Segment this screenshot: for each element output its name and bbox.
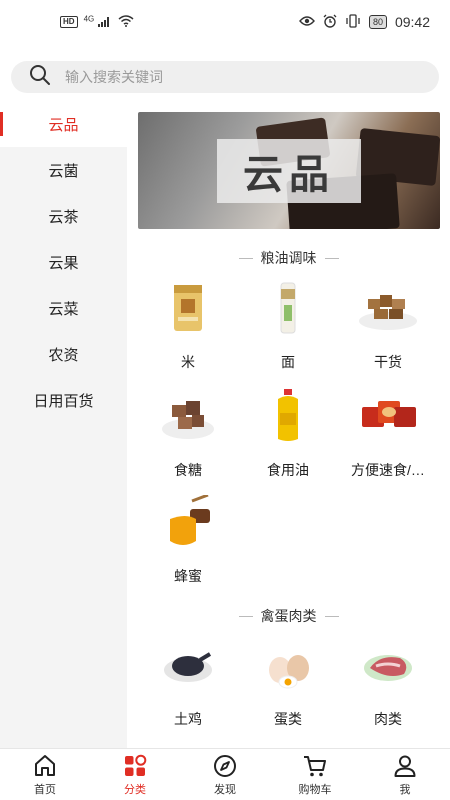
grid-item-label: 食糖: [174, 462, 202, 478]
search-icon[interactable]: [29, 64, 51, 91]
noodles-pack-icon: [280, 282, 296, 334]
sidebar-item-yuncha[interactable]: 云茶: [0, 193, 127, 239]
tab-label: 我: [399, 783, 411, 796]
wifi-icon: [118, 14, 134, 30]
sugar-icon: [162, 401, 214, 439]
grid-item-label: 方便速食/…: [351, 462, 425, 478]
hd-badge: HD: [60, 16, 78, 28]
grid-item-label: 蛋类: [274, 711, 302, 727]
search-bar[interactable]: [11, 61, 439, 93]
grid-item-dried-goods[interactable]: 干货: [338, 281, 438, 372]
rice-bag-icon: [174, 285, 202, 331]
user-icon: [394, 755, 416, 777]
grid-item-instant-food[interactable]: 方便速食/…: [338, 389, 438, 480]
grid-item-label: 干货: [374, 354, 402, 370]
grid-item-chicken[interactable]: 土鸡: [138, 638, 238, 729]
divider: [238, 257, 253, 259]
sidebar-item-label: 日用百货: [33, 392, 94, 410]
tab-home[interactable]: 首页: [0, 749, 90, 800]
status-left: HD 4G: [60, 14, 134, 30]
category-icon: [125, 754, 147, 776]
section-title: 粮油调味: [127, 248, 450, 268]
tab-label: 首页: [34, 783, 56, 796]
banner-label: 云品: [217, 139, 361, 203]
chicken-icon: [164, 652, 212, 682]
category-content: 云品 粮油调味 米 面 干货 食糖 食用油 方便速食/… 蜂蜜 禽蛋肉类 土鸡 …: [127, 101, 450, 748]
sidebar-item-yuncai[interactable]: 云菜: [0, 285, 127, 331]
grid-item-cooking-oil[interactable]: 食用油: [238, 389, 338, 480]
grid-item-label: 土鸡: [174, 711, 202, 727]
eggs-icon: [269, 655, 309, 689]
status-bar: HD 4G 80 09:42: [0, 0, 450, 44]
section-title-text: 粮油调味: [260, 250, 317, 266]
section-title-text: 禽蛋肉类: [260, 608, 317, 624]
tab-label: 发现: [214, 783, 236, 796]
vibrate-icon: [345, 13, 361, 31]
alarm-icon: [323, 14, 337, 31]
grid-item-label: 面: [281, 354, 295, 370]
signal-icon: 4G: [84, 14, 113, 30]
grid-item-meat[interactable]: 肉类: [338, 638, 438, 729]
category-sidebar: 云品 云菌 云茶 云果 云菜 农资 日用百货: [0, 101, 127, 748]
tab-label: 分类: [124, 783, 146, 796]
network-type: 4G: [83, 14, 95, 24]
battery-icon: 80: [368, 15, 387, 29]
tab-discover[interactable]: 发现: [180, 749, 270, 800]
sidebar-item-label: 云茶: [48, 208, 79, 226]
tab-label: 购物车: [298, 783, 332, 796]
compass-icon: [214, 754, 236, 777]
grid-item-rice[interactable]: 米: [138, 281, 238, 372]
sidebar-item-label: 云果: [48, 254, 79, 272]
search-input[interactable]: [65, 69, 385, 85]
dried-goods-icon: [359, 295, 417, 330]
tab-category[interactable]: 分类: [90, 749, 180, 800]
instant-food-icon: [362, 401, 416, 427]
divider: [238, 615, 253, 617]
grid-item-honey[interactable]: 蜂蜜: [138, 493, 238, 586]
clock-time: 09:42: [394, 14, 430, 30]
grid-item-noodles[interactable]: 面: [238, 281, 338, 372]
tab-me[interactable]: 我: [360, 749, 450, 800]
grid-item-label: 肉类: [374, 711, 402, 727]
eye-icon: [299, 14, 315, 30]
cooking-oil-icon: [278, 389, 298, 441]
grid-item-label: 蜂蜜: [174, 568, 202, 584]
sidebar-item-yunguo[interactable]: 云果: [0, 239, 127, 285]
sidebar-item-label: 云菜: [48, 300, 79, 318]
grid-item-eggs[interactable]: 蛋类: [238, 638, 338, 729]
status-right: 80 09:42: [299, 13, 430, 31]
grid-item-label: 食用油: [267, 462, 309, 478]
sidebar-item-label: 云菌: [48, 162, 79, 180]
sidebar-item-yunpin[interactable]: 云品: [0, 101, 127, 147]
divider: [324, 615, 339, 617]
home-icon: [35, 754, 55, 776]
grid-item-label: 米: [181, 354, 195, 370]
tab-cart[interactable]: 购物车: [270, 749, 360, 800]
honey-icon: [170, 493, 210, 545]
meat-icon: [364, 655, 412, 681]
sidebar-item-label: 云品: [48, 116, 79, 134]
section-title: 禽蛋肉类: [127, 606, 450, 626]
sidebar-item-yunjun[interactable]: 云菌: [0, 147, 127, 193]
bottom-tabbar: 首页 分类 发现 购物车 我: [0, 748, 450, 800]
sidebar-item-daily-goods[interactable]: 日用百货: [0, 377, 127, 423]
sidebar-item-label: 农资: [48, 346, 79, 364]
grid-item-sugar[interactable]: 食糖: [138, 389, 238, 480]
sidebar-item-nongzi[interactable]: 农资: [0, 331, 127, 377]
divider: [324, 257, 339, 259]
category-banner[interactable]: 云品: [138, 112, 440, 229]
cart-icon: [304, 755, 326, 776]
